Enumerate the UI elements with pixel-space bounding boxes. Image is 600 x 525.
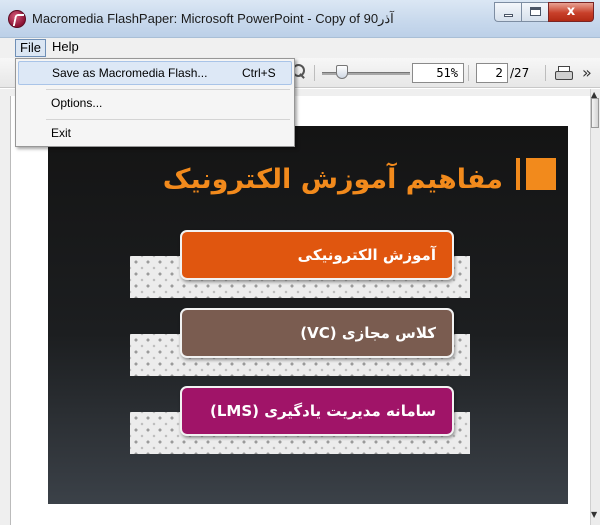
chevron-double-right-icon[interactable]: » bbox=[582, 63, 592, 82]
menu-file[interactable]: File bbox=[15, 39, 46, 57]
toolbar-divider bbox=[468, 65, 469, 81]
menu-item-exit[interactable]: Exit bbox=[18, 122, 292, 146]
printer-icon[interactable] bbox=[555, 66, 573, 81]
slide: مفاهیم آموزش الکترونیک آموزش الکترونیکی … bbox=[48, 126, 568, 504]
menu-item-save-as-flash[interactable]: Save as Macromedia Flash... Ctrl+S bbox=[18, 61, 292, 85]
close-button[interactable]: x bbox=[548, 2, 594, 22]
title-bar: Macromedia FlashPaper: Microsoft PowerPo… bbox=[0, 0, 600, 38]
slide-item-virtual-class: کلاس مجازی (VC) bbox=[180, 308, 454, 358]
menu-separator bbox=[46, 119, 290, 120]
zoom-slider-thumb[interactable] bbox=[336, 65, 348, 79]
menu-bar: File Help bbox=[0, 38, 600, 58]
zoom-level-field[interactable]: 51% bbox=[412, 63, 464, 83]
scroll-down-icon[interactable]: ▼ bbox=[591, 510, 597, 519]
vertical-scrollbar[interactable] bbox=[590, 89, 600, 525]
slide-title: مفاهیم آموزش الکترونیک bbox=[162, 164, 503, 195]
toolbar-divider bbox=[545, 65, 546, 81]
title-accent-bar bbox=[516, 158, 520, 190]
maximize-icon bbox=[530, 7, 541, 16]
menu-item-label: Save as Macromedia Flash... bbox=[52, 66, 208, 80]
menu-separator bbox=[46, 89, 290, 90]
title-accent-block bbox=[526, 158, 556, 190]
window-title: Macromedia FlashPaper: Microsoft PowerPo… bbox=[32, 11, 394, 26]
minimize-button[interactable] bbox=[494, 2, 521, 22]
slide-item-elearning: آموزش الکترونیکی bbox=[180, 230, 454, 280]
page-number-field[interactable]: 2 bbox=[476, 63, 508, 83]
close-icon: x bbox=[566, 4, 576, 19]
menu-item-options[interactable]: Options... bbox=[18, 92, 292, 116]
window-controls: x bbox=[494, 2, 594, 24]
flashpaper-logo-icon bbox=[8, 10, 26, 28]
maximize-button[interactable] bbox=[521, 2, 548, 22]
menu-item-label: Options... bbox=[51, 96, 103, 110]
slide-item-lms: سامانه مدیریت یادگیری (LMS) bbox=[180, 386, 454, 436]
menu-item-shortcut: Ctrl+S bbox=[242, 66, 276, 80]
page-total-label: /27 bbox=[510, 66, 530, 80]
minimize-icon bbox=[504, 14, 513, 17]
menu-item-label: Exit bbox=[51, 126, 72, 140]
file-menu-dropdown: Save as Macromedia Flash... Ctrl+S Optio… bbox=[15, 58, 295, 147]
toolbar-divider bbox=[314, 65, 315, 81]
scrollbar-thumb[interactable] bbox=[591, 98, 599, 128]
menu-help[interactable]: Help bbox=[48, 39, 83, 57]
